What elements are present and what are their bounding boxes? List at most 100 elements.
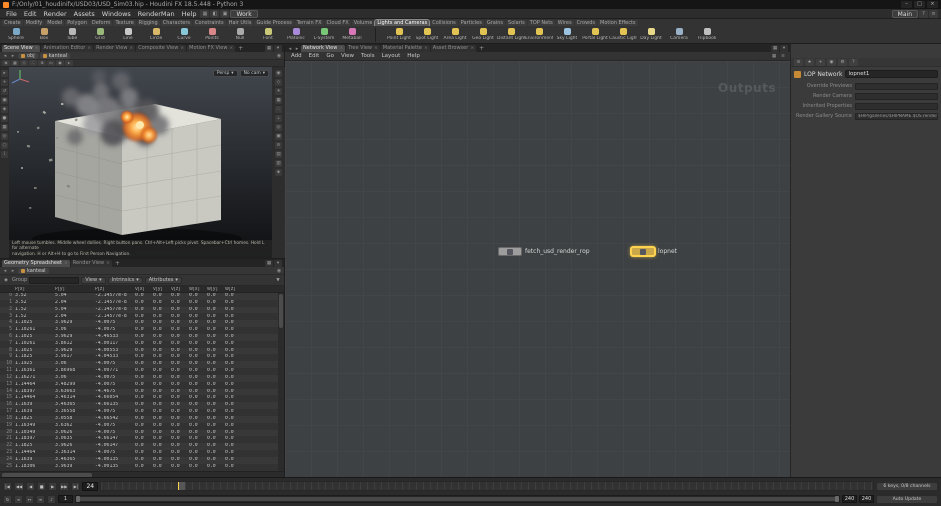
network-menu-item[interactable]: Add <box>288 53 305 59</box>
shelf-tool[interactable]: Flipbook <box>693 28 721 41</box>
pane-tab[interactable]: Scene View × <box>2 45 41 52</box>
gs-table-body[interactable]: 0 3.52 5.04 -2.14577e-8 0.0 0.0 0.0 0.0 … <box>0 293 284 471</box>
close-tab-icon[interactable]: × <box>229 45 233 52</box>
close-tab-icon[interactable]: × <box>374 45 378 52</box>
display-strip-icon[interactable]: ☀ <box>275 88 282 95</box>
range-handle-right[interactable] <box>835 496 839 502</box>
tool-strip-icon[interactable]: ▣ <box>1 97 8 104</box>
table-row[interactable]: 21 1.18397 3.0635 -4.66147 0.0 0.0 0.0 0… <box>0 436 284 444</box>
pane-tab[interactable]: Geometry Spreadsheet × <box>2 260 70 267</box>
viewport-toolbar-icon[interactable]: ◉ <box>56 60 64 66</box>
viewport-toolbar-icon[interactable]: ▸ <box>65 60 73 66</box>
toolbar-icon[interactable]: ▦ <box>200 9 210 18</box>
table-row[interactable]: 12 1.16271 3.06 -4.0075 0.0 0.0 0.0 0.0 … <box>0 374 284 382</box>
global-end-field[interactable]: 240 <box>859 495 874 503</box>
forward-icon[interactable]: ▸ <box>10 53 16 59</box>
shelf-tab[interactable]: Create <box>2 20 23 26</box>
shelf-tab[interactable]: Rigging <box>136 20 160 26</box>
table-row[interactable]: 24 1.1639 3.46365 -4.00135 0.0 0.0 0.0 0… <box>0 456 284 464</box>
table-row[interactable]: 18 1.1825 3.0558 -4.66542 0.0 0.0 0.0 0.… <box>0 415 284 423</box>
menu-item[interactable]: Edit <box>21 10 40 18</box>
current-frame-field[interactable]: 24 <box>82 481 99 491</box>
tool-strip-icon[interactable]: ▦ <box>1 124 8 131</box>
path-crumb[interactable]: kanteal <box>18 267 49 274</box>
pane-menu-icon[interactable]: ▾ <box>274 45 282 52</box>
viewport-toolbar-icon[interactable]: ▭ <box>47 60 55 66</box>
pane-tab[interactable]: Render View × <box>70 260 112 267</box>
playbar-mode-icon[interactable]: ↔ <box>25 494 34 504</box>
transport-button[interactable]: ▶| <box>71 481 81 491</box>
node-body[interactable] <box>498 247 522 256</box>
display-strip-icon[interactable]: ◎ <box>275 124 282 131</box>
shelf-tool[interactable]: Area Light <box>441 28 469 41</box>
transport-button[interactable]: ◀◀ <box>14 481 25 491</box>
close-button[interactable]: × <box>927 1 938 8</box>
vertical-scrollbar[interactable] <box>278 293 284 471</box>
shelf-tool[interactable]: Portal Light <box>581 28 609 41</box>
shelf-tab[interactable]: Lights and Cameras <box>374 19 431 26</box>
shelf-tab[interactable]: Guide Process <box>254 20 294 26</box>
column-header[interactable]: w[x] <box>188 287 206 292</box>
table-row[interactable]: 10 1.1925 3.06 -4.0075 0.0 0.0 0.0 0.0 0… <box>0 361 284 369</box>
table-row[interactable]: 8 1.1025 3.9629 -4.00553 0.0 0.0 0.0 0.0… <box>0 347 284 355</box>
pane-tab[interactable]: Motion FX View × <box>187 45 236 52</box>
playbar-mode-icon[interactable]: ∞ <box>14 494 23 504</box>
close-tab-icon[interactable]: × <box>470 45 474 52</box>
table-row[interactable]: 4 1.1025 3.9629 -4.0075 0.0 0.0 0.0 0.0 … <box>0 320 284 328</box>
column-header[interactable]: w[y] <box>206 287 224 292</box>
new-tab-button[interactable]: + <box>113 260 122 267</box>
shelf-tool[interactable]: Box <box>30 28 58 41</box>
menu-item[interactable]: Help <box>179 10 200 18</box>
pane-layout-icon[interactable]: ▦ <box>265 45 273 52</box>
viewport-3d[interactable]: Persp ▾ No cam ▾ Left mouse tumbles. Mid… <box>9 67 272 258</box>
column-header[interactable]: v[x] <box>134 287 152 292</box>
range-bar[interactable] <box>77 497 838 501</box>
parameters-toolbar-icon[interactable]: ≡ <box>794 58 803 66</box>
menu-item[interactable]: Windows <box>99 10 134 18</box>
shelf-tab[interactable]: Motion Effects <box>598 20 638 26</box>
parameter-field[interactable] <box>855 82 938 90</box>
shelf-tab[interactable]: Particles <box>458 20 484 26</box>
filter-icon[interactable]: ▼ <box>274 276 282 284</box>
network-menu-item[interactable]: Layout <box>379 53 404 59</box>
table-row[interactable]: 23 1.14464 3.36314 -4.0075 0.0 0.0 0.0 0… <box>0 450 284 457</box>
shelf-tool[interactable]: Grid <box>86 28 114 41</box>
parameter-field[interactable] <box>855 102 938 110</box>
table-row[interactable]: 15 1.14464 3.46314 -4.66054 0.0 0.0 0.0 … <box>0 395 284 403</box>
display-strip-icon[interactable]: ⊥ <box>275 115 282 122</box>
display-strip-icon[interactable]: ▤ <box>275 151 282 158</box>
column-header[interactable]: P[z] <box>94 287 134 292</box>
camera-selector[interactable]: Persp ▾ <box>212 70 238 77</box>
table-row[interactable]: 22 1.1825 3.9626 -4.06147 0.0 0.0 0.0 0.… <box>0 443 284 451</box>
menu-item[interactable]: Assets <box>71 10 98 18</box>
tool-strip-icon[interactable]: ○ <box>1 142 8 149</box>
pane-menu-icon[interactable]: ▾ <box>780 45 788 52</box>
close-tab-icon[interactable]: × <box>106 260 110 267</box>
shelf-tab[interactable]: Collisions <box>430 20 458 26</box>
table-row[interactable]: 9 1.1825 3.9617 -4.04533 0.0 0.0 0.0 0.0… <box>0 354 284 362</box>
table-row[interactable]: 25 1.18306 3.9639 -4.00135 0.0 0.0 0.0 0… <box>0 463 284 471</box>
column-header[interactable]: P[y] <box>54 287 94 292</box>
desktop-selector[interactable]: Main <box>891 9 918 18</box>
display-strip-icon[interactable]: ▣ <box>275 133 282 140</box>
playbar-mode-icon[interactable]: ≡ <box>36 494 45 504</box>
column-header[interactable]: v[z] <box>170 287 188 292</box>
toolbar-icon[interactable]: ◧ <box>210 9 220 18</box>
playhead[interactable] <box>178 482 186 490</box>
tool-strip-icon[interactable]: ↺ <box>1 88 8 95</box>
column-header[interactable]: w[z] <box>224 287 242 292</box>
close-tab-icon[interactable]: × <box>129 45 133 52</box>
back-icon[interactable]: ◂ <box>287 46 293 52</box>
update-mode-button[interactable]: Auto Update <box>876 494 938 504</box>
shelf-tool[interactable]: Environment Light <box>525 28 553 41</box>
close-tab-icon[interactable]: × <box>180 45 184 52</box>
display-strip-icon[interactable]: ∴ <box>275 106 282 113</box>
back-icon[interactable]: ◂ <box>2 53 8 59</box>
pane-layout-icon[interactable]: ▦ <box>771 45 779 52</box>
shelf-tab[interactable]: Constraints <box>193 20 226 26</box>
camera-selector[interactable]: No cam ▾ <box>239 70 269 77</box>
tool-strip-icon[interactable]: ● <box>1 115 8 122</box>
shelf-tab[interactable]: Hair Utils <box>226 20 254 26</box>
display-strip-icon[interactable]: ▦ <box>275 97 282 104</box>
close-tab-icon[interactable]: × <box>64 260 68 267</box>
